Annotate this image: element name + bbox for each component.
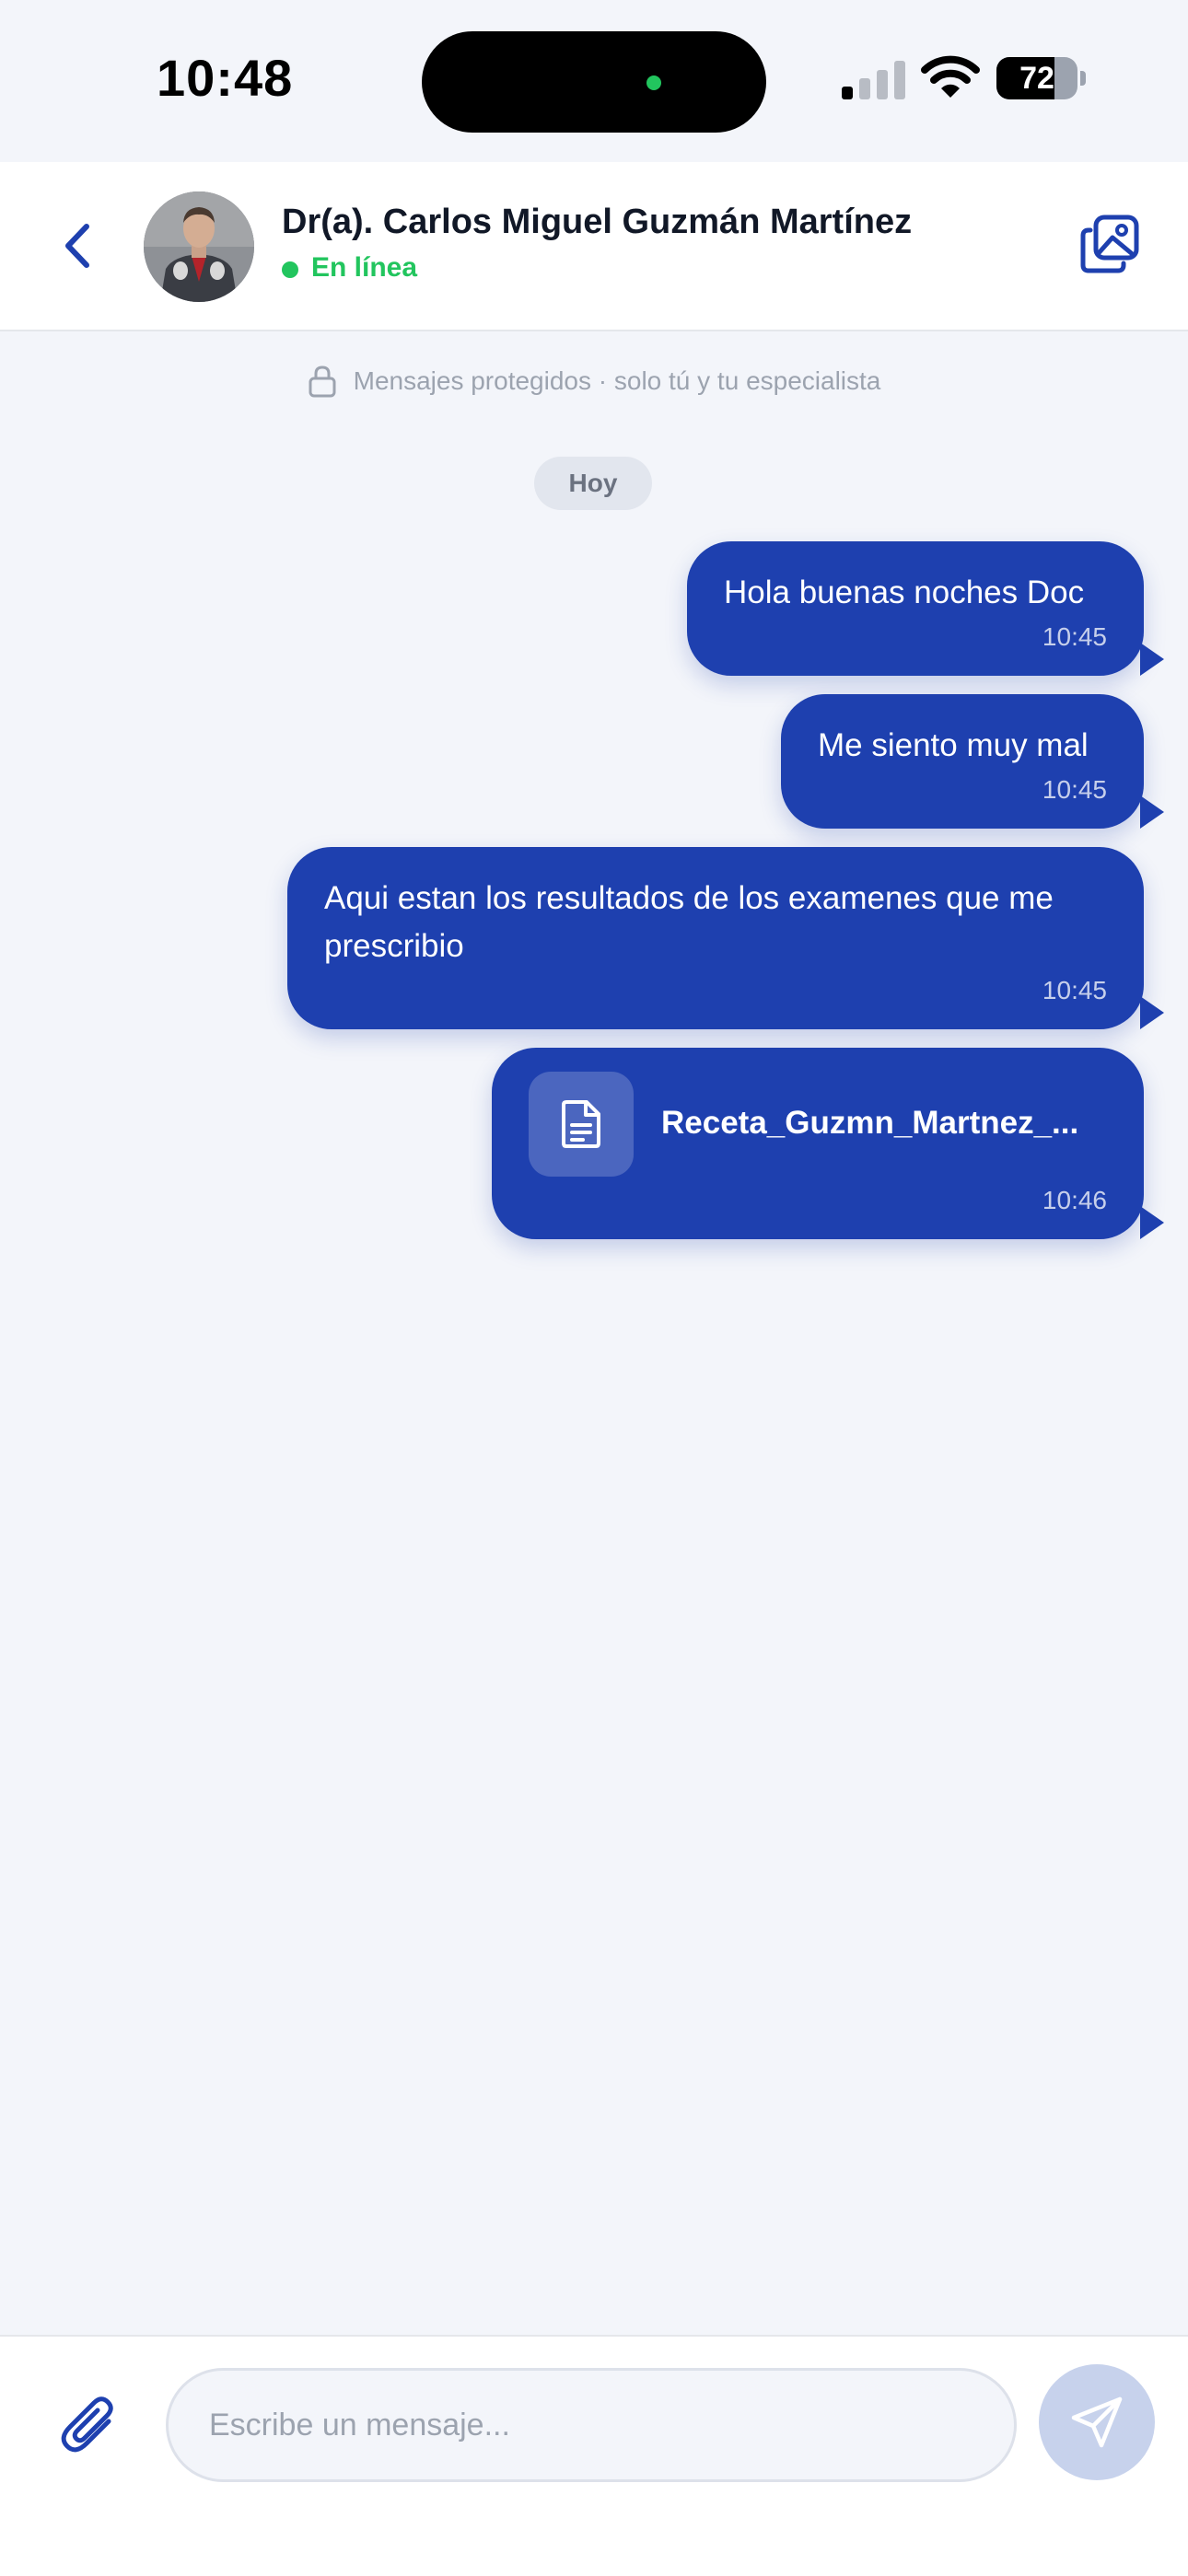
cellular-signal-icon bbox=[842, 61, 905, 99]
bubble-tail bbox=[1140, 643, 1164, 676]
message-text: Me siento muy mal bbox=[818, 727, 1089, 763]
camera-indicator-dot bbox=[646, 75, 661, 90]
message-input[interactable] bbox=[166, 2368, 1017, 2482]
bubble-tail bbox=[1140, 996, 1164, 1029]
message-bubble[interactable]: Aqui estan los resultados de los examene… bbox=[287, 847, 1164, 1029]
image-gallery-icon[interactable] bbox=[1079, 214, 1140, 274]
message-time: 10:45 bbox=[1042, 976, 1107, 1004]
message-composer bbox=[0, 2335, 1188, 2576]
battery-tip bbox=[1080, 71, 1086, 86]
lock-icon bbox=[309, 366, 336, 398]
status-bar: 10:48 72 bbox=[0, 0, 1188, 162]
online-status-label: En línea bbox=[311, 252, 418, 283]
battery-percent: 72 bbox=[1019, 61, 1054, 96]
avatar[interactable] bbox=[144, 191, 254, 302]
message-bubble[interactable]: Me siento muy mal 10:45 bbox=[781, 694, 1164, 829]
battery-body: 72 bbox=[996, 57, 1077, 99]
send-icon bbox=[1071, 2396, 1123, 2448]
bubble-tail bbox=[1140, 1206, 1164, 1239]
bubble-tail bbox=[1140, 795, 1164, 829]
dynamic-island bbox=[422, 31, 766, 133]
battery-indicator: 72 bbox=[996, 57, 1086, 101]
message-text: Hola buenas noches Doc bbox=[724, 574, 1085, 610]
encryption-notice: Mensajes protegidos · solo tú y tu espec… bbox=[0, 365, 1188, 405]
wifi-icon bbox=[921, 55, 980, 98]
chat-header: Dr(a). Carlos Miguel Guzmán Martínez En … bbox=[0, 162, 1188, 331]
document-icon bbox=[562, 1100, 600, 1148]
contact-name: Dr(a). Carlos Miguel Guzmán Martínez bbox=[282, 203, 913, 241]
date-chip: Hoy bbox=[534, 457, 652, 510]
message-text: Aqui estan los resultados de los examene… bbox=[324, 880, 1054, 964]
message-time: 10:45 bbox=[1042, 622, 1107, 651]
file-message-bubble[interactable]: Receta_Guzmn_Martnez_... 10:46 bbox=[492, 1048, 1164, 1239]
chevron-left-icon[interactable] bbox=[55, 215, 101, 276]
message-bubble[interactable]: Hola buenas noches Doc 10:45 bbox=[687, 541, 1164, 676]
avatar-photo bbox=[144, 191, 254, 302]
message-time: 10:45 bbox=[1042, 775, 1107, 804]
encryption-notice-text: Mensajes protegidos · solo tú y tu espec… bbox=[353, 366, 881, 395]
file-name[interactable]: Receta_Guzmn_Martnez_... bbox=[661, 1105, 1078, 1142]
file-icon-box bbox=[529, 1072, 634, 1177]
send-button[interactable] bbox=[1039, 2364, 1155, 2480]
status-time: 10:48 bbox=[157, 49, 294, 107]
paperclip-icon[interactable] bbox=[61, 2396, 118, 2456]
online-status-dot bbox=[282, 261, 298, 278]
message-time: 10:46 bbox=[1042, 1186, 1107, 1214]
